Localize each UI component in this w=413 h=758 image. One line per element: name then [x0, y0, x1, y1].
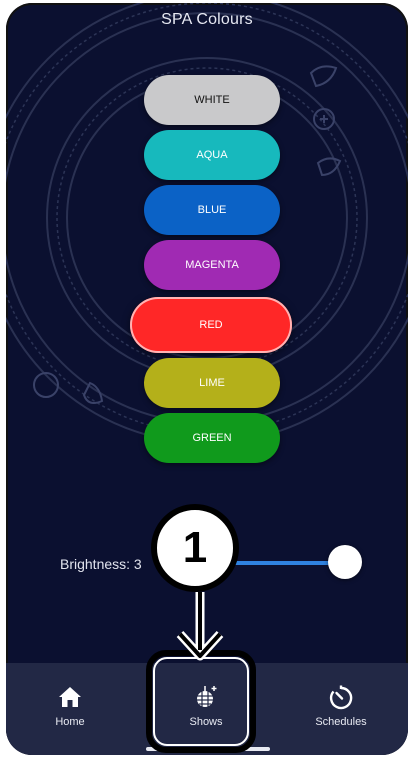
down-arrow-icon — [176, 592, 224, 661]
color-aqua-button[interactable]: AQUA — [144, 130, 280, 180]
color-label: LIME — [199, 377, 225, 389]
color-label: MAGENTA — [185, 259, 239, 271]
shows-highlight-inner-border — [153, 657, 249, 746]
nav-item-home[interactable]: Home — [20, 663, 120, 755]
timer-icon — [329, 685, 353, 710]
color-label: AQUA — [196, 149, 228, 161]
color-magenta-button[interactable]: MAGENTA — [144, 240, 280, 290]
color-blue-button[interactable]: BLUE — [144, 185, 280, 235]
color-white-button[interactable]: WHITE — [144, 75, 280, 125]
screen-title: SPA Colours — [161, 11, 253, 28]
step-callout-badge: 1 — [151, 504, 239, 592]
nav-label-home: Home — [55, 716, 85, 728]
brightness-label: Brightness: 3 — [60, 556, 142, 572]
color-lime-button[interactable]: LIME — [144, 358, 280, 408]
nav-item-schedules[interactable]: Schedules — [291, 663, 391, 755]
brightness-slider-thumb[interactable] — [328, 545, 362, 579]
color-green-button[interactable]: GREEN — [144, 413, 280, 463]
home-icon — [59, 687, 81, 707]
nav-label-schedules: Schedules — [315, 716, 367, 728]
color-label: WHITE — [194, 94, 230, 106]
color-label: BLUE — [197, 204, 227, 216]
color-red-button[interactable]: RED — [130, 297, 292, 353]
color-label: RED — [199, 319, 223, 331]
color-label: GREEN — [192, 432, 232, 444]
